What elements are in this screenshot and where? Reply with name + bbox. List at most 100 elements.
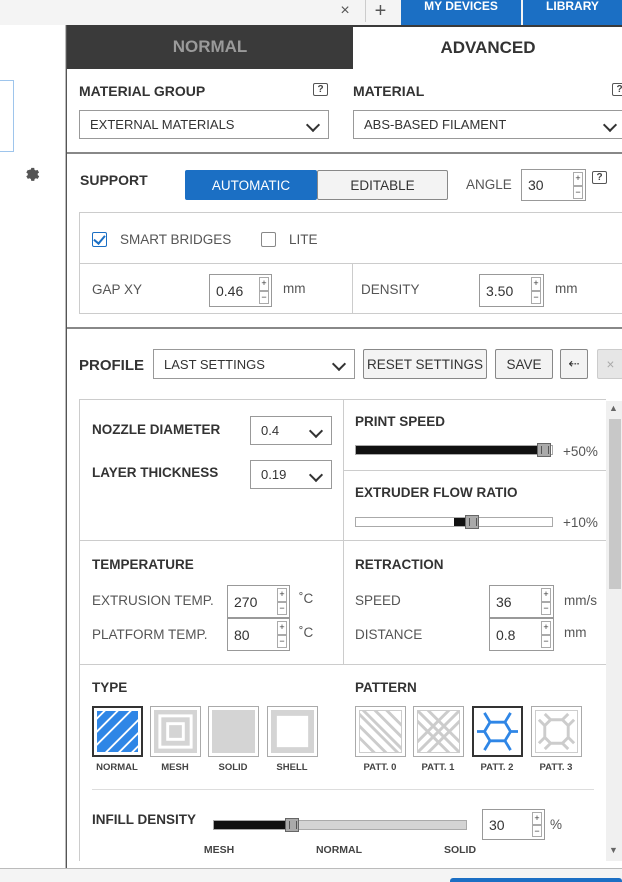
profile-select[interactable]: LAST SETTINGS	[153, 349, 355, 379]
distance-stepper[interactable]: + −	[541, 621, 551, 648]
extrusion-temp-value: 270	[234, 593, 258, 610]
close-tab-icon[interactable]: ×	[333, 0, 357, 22]
infill-type-shell[interactable]	[267, 706, 318, 757]
scroll-down-icon[interactable]: ▼	[609, 845, 618, 855]
add-tab-icon[interactable]: +	[365, 0, 395, 22]
hatch-pattern-icon	[97, 711, 138, 752]
support-label: SUPPORT	[80, 172, 148, 188]
material-select[interactable]: ABS-BASED FILAMENT	[353, 110, 622, 139]
hollow-square-icon	[271, 710, 314, 753]
nozzle-diameter-select[interactable]: 0.4	[250, 416, 332, 445]
distance-input[interactable]: 0.8 + −	[489, 618, 554, 651]
infill-density-label: INFILL DENSITY	[92, 812, 197, 827]
divider	[79, 399, 80, 861]
density-input[interactable]: 3.50 + −	[479, 274, 544, 307]
density-stepper[interactable]: + −	[531, 277, 541, 304]
print-speed-slider[interactable]	[355, 443, 553, 457]
scroll-up-icon[interactable]: ▲	[609, 403, 618, 413]
divider	[79, 212, 622, 213]
lite-label: LITE	[289, 232, 318, 247]
close-icon[interactable]: ×	[597, 349, 622, 379]
print-speed-label: PRINT SPEED	[355, 414, 446, 429]
tab-advanced[interactable]: ADVANCED	[353, 25, 622, 69]
density-value: 3.50	[486, 282, 514, 299]
infill-density-input[interactable]: 30 + −	[482, 809, 545, 840]
divider	[92, 789, 594, 790]
extruder-flow-slider[interactable]	[355, 515, 553, 529]
extruder-flow-value: +10%	[563, 515, 598, 530]
density-scale-solid: SOLID	[443, 844, 477, 856]
density-label: DENSITY	[361, 282, 420, 297]
pattern-1[interactable]	[413, 706, 464, 757]
extrusion-temp-stepper[interactable]: + −	[277, 588, 287, 615]
divider	[343, 470, 606, 471]
layer-thickness-value: 0.19	[261, 467, 287, 482]
pattern-0[interactable]	[355, 706, 406, 757]
bottom-tab-edge	[450, 878, 622, 882]
divider	[79, 664, 606, 665]
speed-stepper[interactable]: + −	[541, 588, 551, 615]
back-icon[interactable]: ⇠	[560, 349, 588, 379]
save-button[interactable]: SAVE	[495, 349, 553, 379]
density-unit: mm	[555, 281, 578, 296]
extrusion-temp-label: EXTRUSION TEMP.	[92, 593, 214, 608]
slider-handle[interactable]	[537, 443, 552, 457]
distance-value: 0.8	[496, 626, 516, 643]
slider-handle[interactable]	[285, 818, 300, 832]
infill-density-slider[interactable]	[213, 818, 467, 832]
tab-normal[interactable]: NORMAL	[67, 25, 353, 69]
divider	[343, 399, 344, 664]
celsius-unit: ˚C	[299, 591, 314, 606]
lite-checkbox[interactable]	[261, 232, 276, 247]
angle-input[interactable]: 30 + −	[521, 169, 586, 201]
pattern-label-1: PATT. 1	[421, 762, 455, 773]
support-editable-button[interactable]: EDITABLE	[317, 170, 448, 200]
speed-unit: mm/s	[564, 593, 597, 608]
angle-stepper[interactable]: + −	[573, 172, 583, 199]
slider-handle[interactable]	[464, 515, 479, 529]
solid-square-icon	[212, 710, 255, 753]
platform-temp-stepper[interactable]: + −	[277, 621, 287, 648]
layer-thickness-select[interactable]: 0.19	[250, 460, 332, 489]
pattern-label-0: PATT. 0	[363, 762, 397, 773]
octagon-icon	[535, 710, 578, 753]
extrusion-temp-input[interactable]: 270 + −	[227, 585, 290, 618]
pattern-label-3: PATT. 3	[539, 762, 573, 773]
gap-xy-label: GAP XY	[92, 282, 143, 297]
gap-xy-stepper[interactable]: + −	[259, 277, 269, 304]
type-label-normal: NORMAL	[96, 762, 138, 773]
infill-type-mesh[interactable]	[150, 706, 201, 757]
infill-type-solid[interactable]	[208, 706, 259, 757]
gap-xy-input[interactable]: 0.46 + −	[209, 274, 272, 307]
divider	[67, 327, 622, 329]
scrollbar-thumb[interactable]	[609, 419, 621, 589]
pattern-2[interactable]	[472, 706, 523, 757]
smart-bridges-checkbox[interactable]	[92, 232, 107, 247]
type-label-mesh: MESH	[161, 762, 189, 773]
honeycomb-icon	[477, 711, 518, 752]
support-automatic-button[interactable]: AUTOMATIC	[185, 170, 317, 200]
gear-icon[interactable]	[23, 165, 41, 188]
smart-bridges-label: SMART BRIDGES	[120, 232, 232, 247]
layer-thickness-label: LAYER THICKNESS	[92, 465, 219, 480]
pattern-3[interactable]	[531, 706, 582, 757]
help-icon[interactable]: ?	[592, 171, 607, 184]
tab-library[interactable]: LIBRARY	[523, 0, 622, 25]
speed-input[interactable]: 36 + −	[489, 585, 554, 618]
profile-label: PROFILE	[79, 357, 145, 374]
divider	[67, 152, 622, 154]
reset-settings-button[interactable]: RESET SETTINGS	[363, 349, 487, 379]
help-icon[interactable]: ?	[612, 83, 622, 96]
selected-item-box[interactable]	[0, 80, 14, 152]
material-group-value: EXTERNAL MATERIALS	[90, 117, 235, 132]
chevron-down-icon	[308, 467, 324, 483]
material-group-select[interactable]: EXTERNAL MATERIALS	[79, 110, 329, 139]
pattern-label: PATTERN	[355, 680, 417, 695]
infill-density-stepper[interactable]: + −	[532, 812, 542, 837]
infill-type-label: TYPE	[92, 680, 128, 695]
tab-my-devices[interactable]: MY DEVICES	[401, 0, 521, 25]
platform-temp-input[interactable]: 80 + −	[227, 618, 290, 651]
infill-type-normal[interactable]	[92, 706, 143, 757]
divider	[79, 540, 606, 541]
help-icon[interactable]: ?	[313, 83, 328, 96]
